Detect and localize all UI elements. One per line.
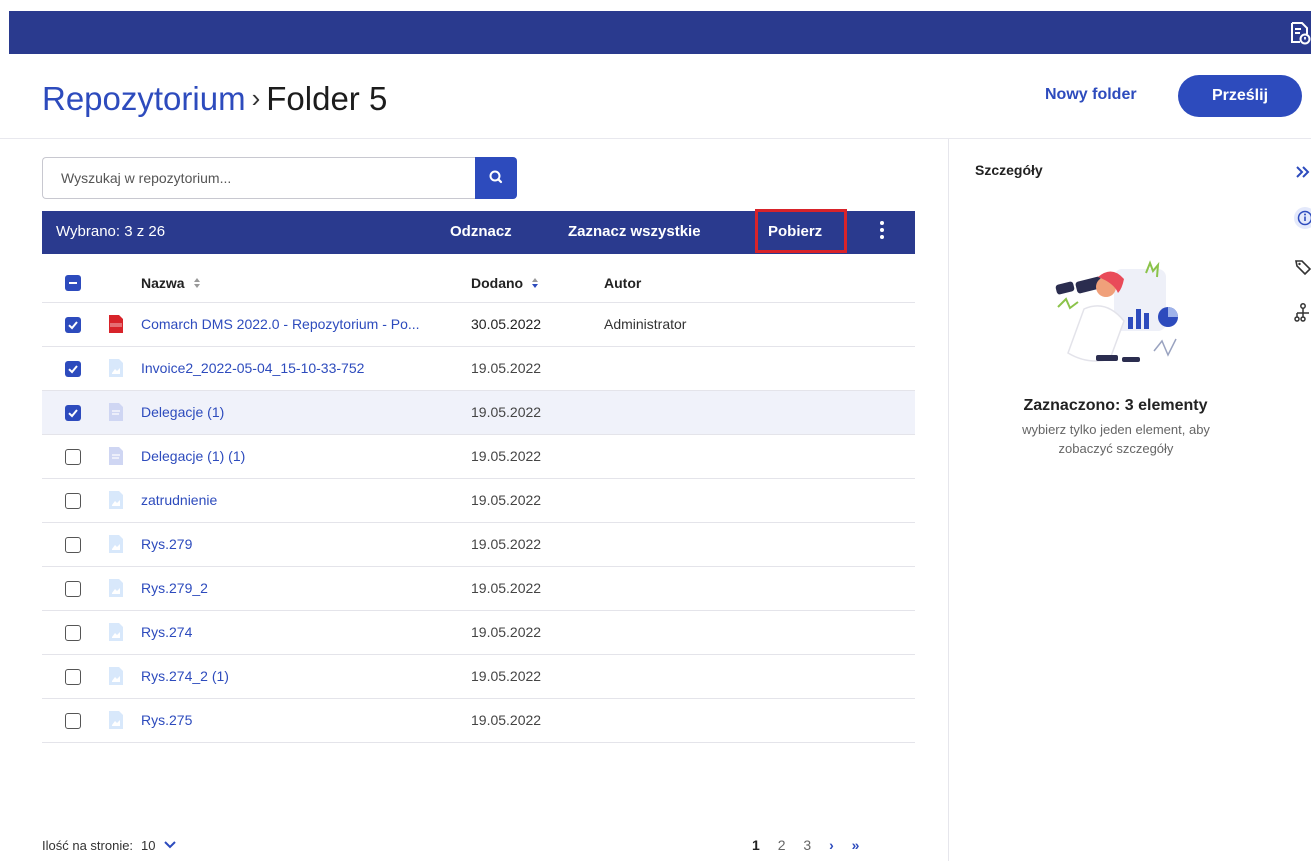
- table-row[interactable]: Delegacje (1) 19.05.2022: [42, 391, 915, 435]
- file-name-link[interactable]: Comarch DMS 2022.0 - Repozytorium - Po..…: [141, 316, 420, 332]
- file-name-link[interactable]: Rys.279: [141, 536, 192, 552]
- file-name-link[interactable]: Rys.275: [141, 712, 192, 728]
- table-row[interactable]: Comarch DMS 2022.0 - Repozytorium - Po..…: [42, 303, 915, 347]
- unselect-button[interactable]: Odznacz: [450, 223, 512, 240]
- column-header-added[interactable]: Dodano: [471, 275, 539, 291]
- row-checkbox[interactable]: [65, 713, 81, 729]
- table-row[interactable]: Rys.275 19.05.2022: [42, 699, 915, 743]
- file-date: 19.05.2022: [471, 448, 542, 464]
- table-row[interactable]: zatrudnienie 19.05.2022: [42, 479, 915, 523]
- sort-icon: [193, 278, 200, 288]
- row-checkbox[interactable]: [65, 405, 81, 421]
- selection-count: Wybrano: 3 z 26: [56, 223, 166, 240]
- image-file-icon: [109, 579, 123, 597]
- search-input[interactable]: [42, 157, 475, 199]
- file-name-link[interactable]: Invoice2_2022-05-04_15-10-33-752: [141, 360, 364, 376]
- table-row[interactable]: Rys.274 19.05.2022: [42, 611, 915, 655]
- selection-summary-hint: wybierz tylko jeden element, aby zobaczy…: [1022, 422, 1210, 456]
- image-file-icon: [109, 623, 123, 641]
- chevron-down-icon: [163, 841, 176, 849]
- row-checkbox[interactable]: [65, 625, 81, 641]
- files-table: Nazwa Dodano Autor Comarch DMS 2022.0 - …: [42, 262, 915, 743]
- per-page-selector[interactable]: Ilość na stronie: 10: [42, 838, 176, 853]
- image-file-icon: [109, 491, 123, 509]
- table-row[interactable]: Rys.279_2 19.05.2022: [42, 567, 915, 611]
- collapse-panel-icon[interactable]: [1293, 162, 1311, 182]
- info-icon[interactable]: [1293, 206, 1311, 230]
- details-title: Szczegóły: [975, 162, 1043, 178]
- select-all-checkbox[interactable]: [65, 275, 81, 291]
- table-row[interactable]: Rys.279 19.05.2022: [42, 523, 915, 567]
- page-2-button[interactable]: 2: [778, 837, 786, 853]
- new-folder-button[interactable]: Nowy folder: [1045, 86, 1137, 104]
- upload-button[interactable]: Prześlij: [1178, 75, 1302, 117]
- page-1-button[interactable]: 1: [752, 837, 760, 853]
- last-page-button[interactable]: »: [852, 837, 860, 853]
- search-icon: [489, 170, 503, 184]
- file-name-link[interactable]: zatrudnienie: [141, 492, 217, 508]
- row-checkbox[interactable]: [65, 537, 81, 553]
- page-header: Repozytorium › Folder 5 Nowy folder Prześl…: [0, 54, 1311, 139]
- tag-icon[interactable]: [1293, 255, 1311, 277]
- file-name-link[interactable]: Rys.274_2 (1): [141, 668, 229, 684]
- per-page-label: Ilość na stronie:: [42, 838, 134, 853]
- pdf-file-icon: [109, 315, 123, 333]
- breadcrumb: Repozytorium › Folder 5: [42, 80, 387, 118]
- document-settings-icon[interactable]: [1289, 21, 1311, 45]
- hierarchy-icon[interactable]: [1293, 302, 1311, 324]
- row-checkbox[interactable]: [65, 449, 81, 465]
- table-row[interactable]: Delegacje (1) (1) 19.05.2022: [42, 435, 915, 479]
- image-file-icon: [109, 359, 123, 377]
- table-row[interactable]: Rys.274_2 (1) 19.05.2022: [42, 655, 915, 699]
- page-3-button[interactable]: 3: [803, 837, 811, 853]
- row-checkbox[interactable]: [65, 581, 81, 597]
- file-name-link[interactable]: Delegacje (1) (1): [141, 448, 245, 464]
- breadcrumb-root-link[interactable]: Repozytorium: [42, 80, 246, 117]
- file-author: Administrator: [604, 316, 687, 332]
- file-date: 19.05.2022: [471, 712, 542, 728]
- doc-file-icon: [109, 403, 123, 421]
- file-date: 19.05.2022: [471, 492, 542, 508]
- search-button[interactable]: [475, 157, 517, 199]
- file-date: 19.05.2022: [471, 668, 542, 684]
- top-app-bar: [9, 11, 1311, 54]
- download-highlight-box: [755, 209, 847, 253]
- per-page-value: 10: [141, 838, 156, 853]
- details-divider: [948, 139, 949, 861]
- table-header: Nazwa Dodano Autor: [42, 262, 915, 303]
- column-header-name[interactable]: Nazwa: [141, 275, 201, 291]
- file-name-link[interactable]: Rys.274: [141, 624, 192, 640]
- selection-summary-title: Zaznaczono: 3 elementy: [1023, 397, 1208, 414]
- search-illustration: [1055, 260, 1178, 362]
- image-file-icon: [109, 535, 123, 553]
- file-date: 30.05.2022: [471, 316, 542, 332]
- row-checkbox[interactable]: [65, 317, 81, 333]
- file-date: 19.05.2022: [471, 624, 542, 640]
- image-file-icon: [109, 711, 123, 729]
- file-date: 19.05.2022: [471, 580, 542, 596]
- image-file-icon: [109, 667, 123, 685]
- next-page-button[interactable]: ›: [829, 837, 834, 853]
- page-title: Folder 5: [266, 80, 388, 117]
- row-checkbox[interactable]: [65, 493, 81, 509]
- file-name-link[interactable]: Delegacje (1): [141, 404, 224, 420]
- more-options-icon[interactable]: [878, 221, 886, 243]
- breadcrumb-separator: ›: [251, 83, 261, 113]
- table-row[interactable]: Invoice2_2022-05-04_15-10-33-752 19.05.20…: [42, 347, 915, 391]
- pagination: 1 2 3 › »: [752, 837, 873, 853]
- file-date: 19.05.2022: [471, 404, 542, 420]
- doc-file-icon: [109, 447, 123, 465]
- row-checkbox[interactable]: [65, 361, 81, 377]
- sort-desc-icon: [532, 278, 539, 288]
- file-date: 19.05.2022: [471, 360, 542, 376]
- selection-toolbar: Wybrano: 3 z 26 Odznacz Zaznacz wszystki…: [42, 209, 915, 254]
- select-all-button[interactable]: Zaznacz wszystkie: [568, 223, 701, 240]
- column-header-author[interactable]: Autor: [604, 275, 641, 291]
- row-checkbox[interactable]: [65, 669, 81, 685]
- file-name-link[interactable]: Rys.279_2: [141, 580, 208, 596]
- file-date: 19.05.2022: [471, 536, 542, 552]
